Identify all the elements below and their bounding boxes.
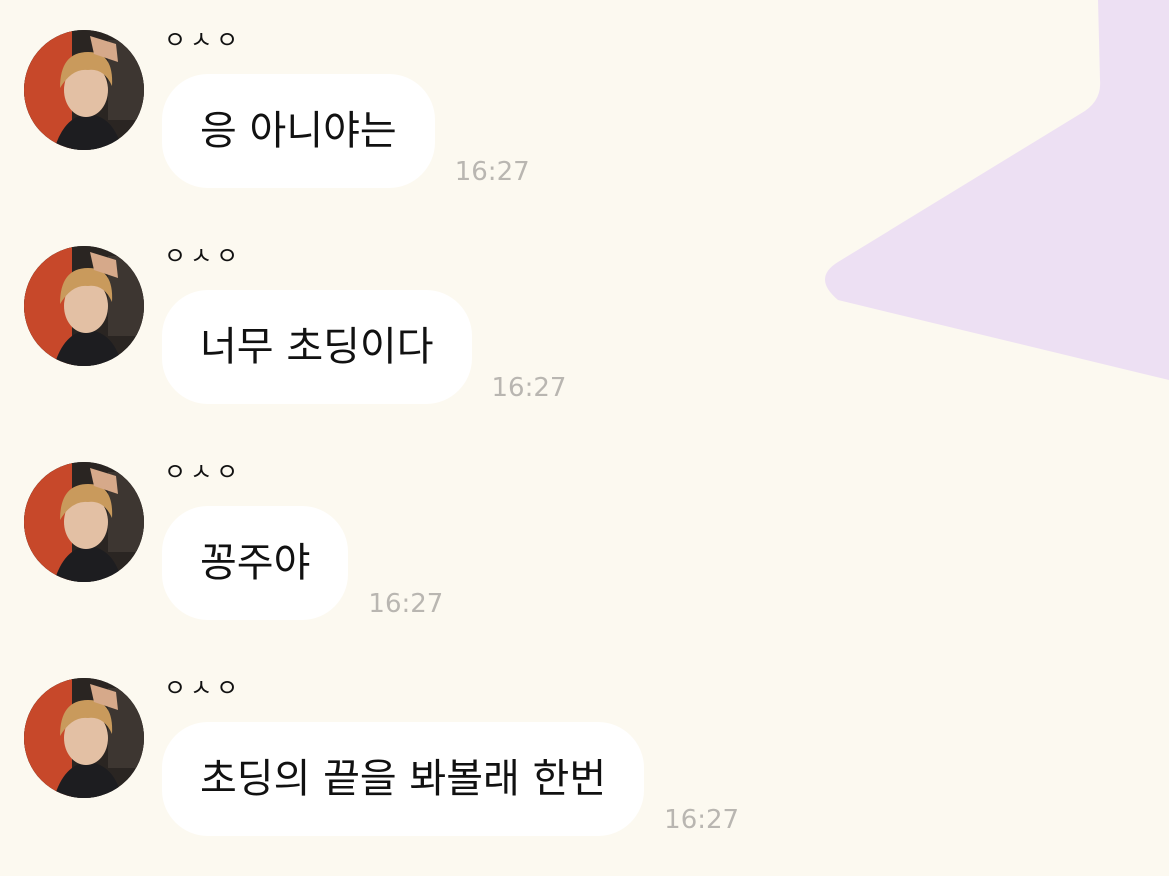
message-timestamp: 16:27	[491, 373, 567, 403]
sender-name: ㅇㅅㅇ	[164, 242, 243, 270]
avatar[interactable]	[24, 246, 144, 366]
message-bubble[interactable]: 너무 초딩이다	[162, 290, 472, 404]
message-bubble[interactable]: 초딩의 끝을 봐볼래 한번	[162, 722, 645, 836]
message-timestamp: 16:27	[664, 805, 740, 835]
sender-name: ㅇㅅㅇ	[164, 26, 243, 54]
chat-message: ㅇㅅㅇ 응 아니야는 16:27	[0, 0, 1169, 200]
message-timestamp: 16:27	[368, 589, 444, 619]
sender-name: ㅇㅅㅇ	[164, 674, 243, 702]
message-bubble[interactable]: 꽁주야	[162, 506, 349, 620]
profile-photo-icon	[24, 462, 144, 582]
avatar[interactable]	[24, 462, 144, 582]
profile-photo-icon	[24, 246, 144, 366]
message-timestamp: 16:27	[454, 157, 530, 187]
chat-message: ㅇㅅㅇ 너무 초딩이다 16:27	[0, 216, 1169, 416]
avatar[interactable]	[24, 30, 144, 150]
message-bubble[interactable]: 응 아니야는	[162, 74, 435, 188]
profile-photo-icon	[24, 678, 144, 798]
avatar[interactable]	[24, 678, 144, 798]
chat-message: ㅇㅅㅇ 꽁주야 16:27	[0, 432, 1169, 632]
sender-name: ㅇㅅㅇ	[164, 458, 243, 486]
chat-message: ㅇㅅㅇ 초딩의 끝을 봐볼래 한번 16:27	[0, 648, 1169, 848]
profile-photo-icon	[24, 30, 144, 150]
